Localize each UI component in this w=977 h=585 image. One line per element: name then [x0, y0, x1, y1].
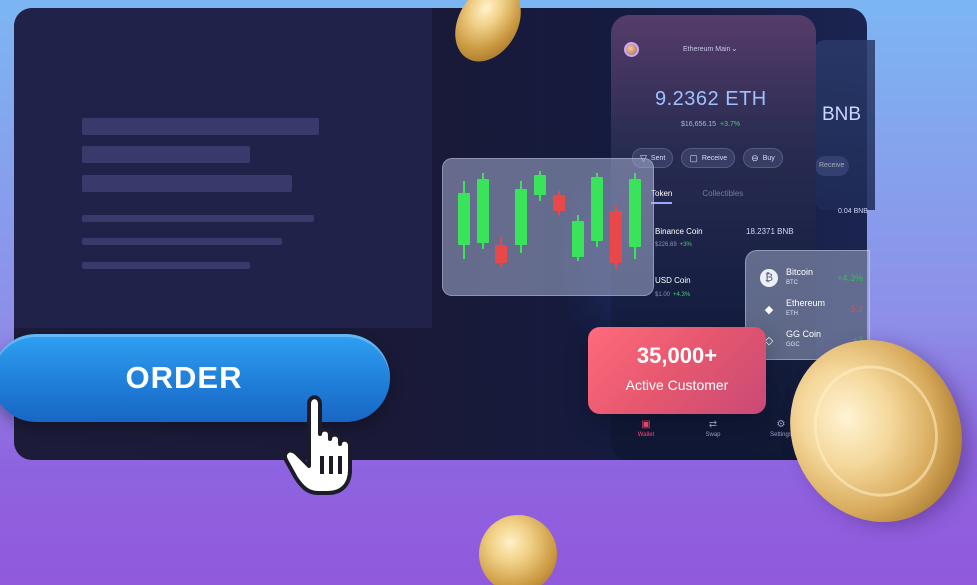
placeholder-heading-line: [82, 118, 319, 135]
token-amount: 18.2371 BNB: [746, 227, 794, 236]
candle-up: [515, 189, 527, 245]
candle-up: [629, 179, 641, 247]
secondary-balance: BNB: [822, 104, 862, 125]
crypto-symbol: BTC: [786, 280, 798, 286]
placeholder-body-line: [82, 262, 250, 269]
candle-up: [534, 175, 546, 195]
secondary-token-amount: 0.04 BNB: [838, 208, 868, 215]
token-price-value: $1.00: [655, 292, 671, 298]
token-change: +3%: [679, 242, 692, 248]
nav-swap-label: Swap: [705, 432, 721, 438]
candle-up: [458, 193, 470, 245]
wallet-icon: ▣: [641, 419, 651, 430]
wallet-actions: ▽Sent ▢Receive ⊖Buy: [632, 148, 783, 168]
receive-button[interactable]: ▢ Receive: [681, 148, 736, 168]
receive-button-label: Receive: [701, 154, 728, 162]
crypto-symbol: GGC: [786, 342, 800, 348]
candle-down: [610, 211, 622, 263]
placeholder-heading-line: [82, 175, 292, 192]
swap-icon: ⇄: [708, 419, 718, 430]
token-price: $226.69 +3%: [655, 242, 692, 248]
wallet-tabs: Token Collectibles: [651, 189, 743, 204]
candlestick-chart-card: [442, 158, 654, 296]
candle-down: [553, 195, 565, 211]
crypto-name[interactable]: Ethereum: [786, 298, 825, 308]
crypto-change: -5.2: [847, 304, 863, 314]
tab-token[interactable]: Token: [651, 189, 673, 204]
crypto-name[interactable]: Bitcoin: [786, 267, 813, 277]
hand-pointer-icon: [283, 395, 352, 495]
crypto-symbol: ETH: [786, 311, 798, 317]
customer-count: 35,000+: [636, 343, 718, 368]
placeholder-body-line: [82, 215, 314, 222]
chevron-down-icon[interactable]: ⌄: [731, 44, 738, 53]
token-change: +4.3%: [673, 292, 691, 298]
crypto-change: +4.3%: [837, 273, 863, 283]
wallet-balance: 9.2362 ETH: [655, 88, 767, 110]
nav-settings-label: Settings: [770, 432, 792, 438]
token-name[interactable]: USD Coin: [655, 276, 691, 285]
sent-button-label: Sent: [650, 154, 666, 162]
ethereum-icon: ◆: [764, 303, 774, 316]
candle-up: [591, 177, 603, 241]
buy-button-label: Buy: [762, 154, 775, 162]
buy-button[interactable]: ⊖ Buy: [743, 148, 783, 168]
balance-change: +3.7%: [720, 121, 741, 128]
receive-icon: ▢: [689, 152, 698, 163]
balance-usd-value: $16,656.15: [681, 121, 717, 128]
bitcoin-icon: ₿: [760, 269, 778, 287]
wallet-balance-usd: $16,656.15 +3.7%: [681, 121, 740, 128]
token-price: $1.00 +4.3%: [655, 292, 690, 298]
token-price-value: $226.69: [655, 242, 677, 248]
gold-coin-icon: [479, 515, 557, 585]
candle-up: [572, 221, 584, 257]
candle-down: [495, 245, 507, 263]
buy-icon: ⊖: [751, 152, 759, 163]
candle-up: [477, 179, 489, 243]
nav-swap[interactable]: ⇄ Swap: [693, 419, 733, 438]
placeholder-text-card: [14, 8, 432, 328]
placeholder-body-line: [82, 238, 282, 245]
avatar[interactable]: [624, 42, 639, 57]
tab-collectibles[interactable]: Collectibles: [702, 189, 743, 204]
secondary-receive-pill: Receive: [815, 156, 849, 176]
coin-rim: [791, 343, 961, 519]
placeholder-heading-line: [82, 146, 250, 163]
crypto-name[interactable]: GG Coin: [786, 329, 821, 339]
nav-wallet[interactable]: ▣ Wallet: [626, 419, 666, 438]
active-customer-card: 35,000+ Active Customer: [588, 327, 766, 414]
token-name[interactable]: Binance Coin: [655, 227, 703, 236]
wallet-selector[interactable]: Ethereum Main: [683, 46, 730, 53]
customer-label: Active Customer: [625, 377, 729, 393]
nav-wallet-label: Wallet: [637, 432, 655, 438]
